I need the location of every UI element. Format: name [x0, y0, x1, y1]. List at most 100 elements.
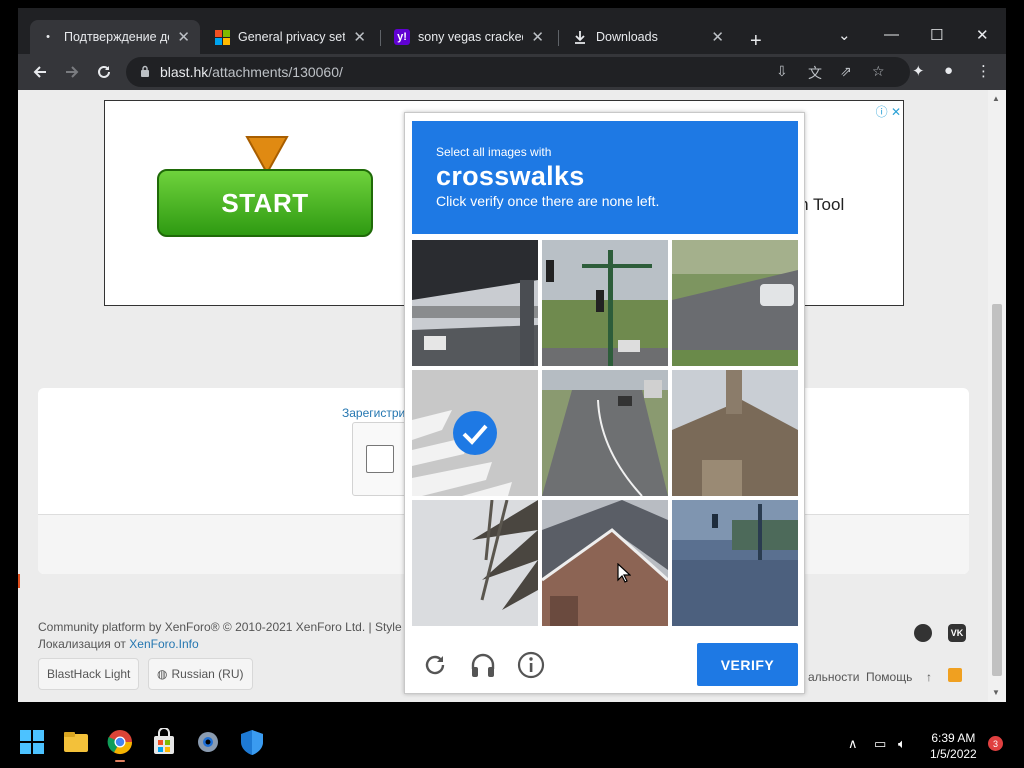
image-tile-4[interactable]: [412, 370, 538, 496]
globe-icon: ◍: [157, 667, 168, 681]
share-icon[interactable]: ⇗: [840, 63, 852, 80]
ad-choices-icon[interactable]: ⓘ ✕: [876, 103, 901, 120]
install-app-icon[interactable]: ⇩: [776, 63, 788, 80]
forward-arrow-icon: [66, 66, 79, 78]
tray-chevron-icon[interactable]: ∧: [848, 736, 858, 752]
tab-title: Downloads: [596, 30, 658, 44]
tab-close-icon[interactable]: ✕: [177, 28, 190, 46]
url-text: blast.hk/attachments/130060/: [160, 64, 343, 80]
image-tile-1[interactable]: [412, 240, 538, 366]
tab-separator: [380, 30, 381, 46]
extensions-icon[interactable]: ✦: [912, 62, 925, 80]
screen: • Подтверждение дей ✕ General privacy se…: [0, 0, 1024, 768]
forward-button[interactable]: [60, 60, 84, 84]
image-tile-7[interactable]: [412, 500, 538, 626]
challenge-target: crosswalks: [436, 161, 585, 191]
footer-copyright: Community platform by XenForo® © 2010-20…: [38, 620, 412, 634]
captcha-widget[interactable]: [352, 422, 412, 496]
tab-bar: • Подтверждение дей ✕ General privacy se…: [18, 18, 1006, 54]
windows-start-icon[interactable]: [18, 728, 46, 756]
microsoft-logo-icon: [214, 29, 230, 45]
tab-sony-vegas[interactable]: y! sony vegas cracked - ✕: [384, 20, 554, 54]
image-tile-8[interactable]: [542, 500, 668, 626]
system-clock[interactable]: 6:39 AM 1/5/2022: [930, 730, 977, 762]
style-chooser-button[interactable]: BlastHack Light: [38, 658, 140, 690]
verify-button[interactable]: VERIFY: [697, 643, 798, 686]
back-button[interactable]: [28, 60, 52, 84]
tab-close-icon[interactable]: ✕: [711, 28, 724, 46]
side-marker: [18, 574, 20, 588]
page-scrollbar[interactable]: ▲ ▼: [988, 90, 1006, 702]
menu-kebab-icon[interactable]: ⋮: [976, 62, 991, 80]
clock-time: 6:39 AM: [931, 731, 976, 745]
security-shield-icon[interactable]: [238, 728, 266, 756]
volume-icon[interactable]: 🔈︎: [898, 736, 906, 752]
tab-search-dropdown-icon[interactable]: ⌄: [838, 26, 851, 44]
vk-icon[interactable]: VK: [948, 624, 966, 642]
clock-date: 1/5/2022: [930, 747, 977, 761]
translate-icon[interactable]: 文: [808, 63, 822, 83]
localization-label: Локализация от: [38, 637, 130, 651]
image-tile-5[interactable]: [542, 370, 668, 496]
footer-link-top[interactable]: ↑: [926, 670, 932, 684]
selected-check-icon: [453, 411, 497, 455]
image-tile-2[interactable]: [542, 240, 668, 366]
tab-downloads[interactable]: Downloads ✕: [562, 20, 734, 54]
network-icon[interactable]: ▭: [874, 736, 886, 752]
notification-badge[interactable]: 3: [988, 736, 1003, 751]
xenforo-info-link[interactable]: XenForo.Info: [129, 637, 198, 651]
browser-toolbar: blast.hk/attachments/130060/ ⇩ 文 ⇗ ☆ ✦ ●…: [18, 54, 1006, 90]
minimize-button[interactable]: —: [884, 26, 899, 43]
profile-icon[interactable]: ●: [944, 62, 953, 79]
lock-icon: [141, 65, 149, 77]
top-strip: [110, 0, 910, 6]
new-tab-button[interactable]: +: [750, 30, 762, 53]
address-bar[interactable]: blast.hk/attachments/130060/ ⇩ 文 ⇗ ☆: [126, 57, 910, 87]
url-path: /attachments/130060/: [208, 64, 343, 80]
refresh-icon[interactable]: [421, 651, 449, 679]
tab-title: sony vegas cracked -: [418, 30, 523, 44]
challenge-subtext: Click verify once there are none left.: [436, 193, 660, 209]
tab-separator: [558, 30, 559, 46]
tab-title: General privacy settin: [238, 30, 346, 44]
captcha-checkbox[interactable]: [366, 445, 394, 473]
tab-close-icon[interactable]: ✕: [353, 28, 366, 46]
tab-confirm-action[interactable]: • Подтверждение дей ✕: [30, 20, 200, 54]
challenge-header: Select all images with crosswalks Click …: [412, 121, 798, 234]
settings-gear-icon[interactable]: [194, 728, 222, 756]
active-app-indicator: [115, 760, 125, 762]
scroll-down-icon[interactable]: ▼: [992, 688, 1000, 697]
footer-localization: Локализация от XenForo.Info: [38, 637, 199, 651]
language-chooser-button[interactable]: ◍ Russian (RU): [148, 658, 253, 690]
footer-link-privacy[interactable]: альности: [808, 670, 859, 684]
footer-link-help[interactable]: Помощь: [866, 670, 912, 684]
info-icon[interactable]: [517, 651, 545, 679]
captcha-challenge: Select all images with crosswalks Click …: [404, 112, 805, 694]
file-explorer-icon[interactable]: [62, 728, 90, 756]
chrome-icon[interactable]: [106, 728, 134, 756]
close-window-button[interactable]: ✕: [976, 26, 989, 44]
register-link[interactable]: Зарегистри: [342, 406, 405, 420]
tab-privacy-settings[interactable]: General privacy settin ✕: [204, 20, 376, 54]
challenge-instruction: Select all images with: [436, 145, 552, 159]
tab-close-icon[interactable]: ✕: [531, 28, 544, 46]
maximize-button[interactable]: ☐: [930, 26, 943, 44]
download-icon: [572, 29, 588, 45]
bookmark-star-icon[interactable]: ☆: [872, 63, 885, 80]
mouse-cursor-icon: [617, 563, 631, 583]
store-icon[interactable]: [150, 728, 178, 756]
image-tile-9[interactable]: [672, 500, 798, 626]
ad-start-button[interactable]: START: [157, 169, 373, 237]
image-tile-6[interactable]: [672, 370, 798, 496]
github-icon[interactable]: [914, 624, 932, 642]
scroll-up-icon[interactable]: ▲: [992, 94, 1000, 103]
url-host: blast.hk: [160, 64, 209, 80]
audio-headphones-icon[interactable]: [469, 651, 497, 679]
scroll-thumb[interactable]: [992, 304, 1002, 676]
image-tile-3[interactable]: [672, 240, 798, 366]
back-arrow-icon: [33, 66, 46, 78]
rss-icon[interactable]: [948, 668, 962, 682]
reload-button[interactable]: [92, 60, 116, 84]
taskbar: ∧ ▭ 🔈︎ 6:39 AM 1/5/2022 3: [0, 718, 1024, 768]
tab-title: Подтверждение дей: [64, 30, 169, 44]
